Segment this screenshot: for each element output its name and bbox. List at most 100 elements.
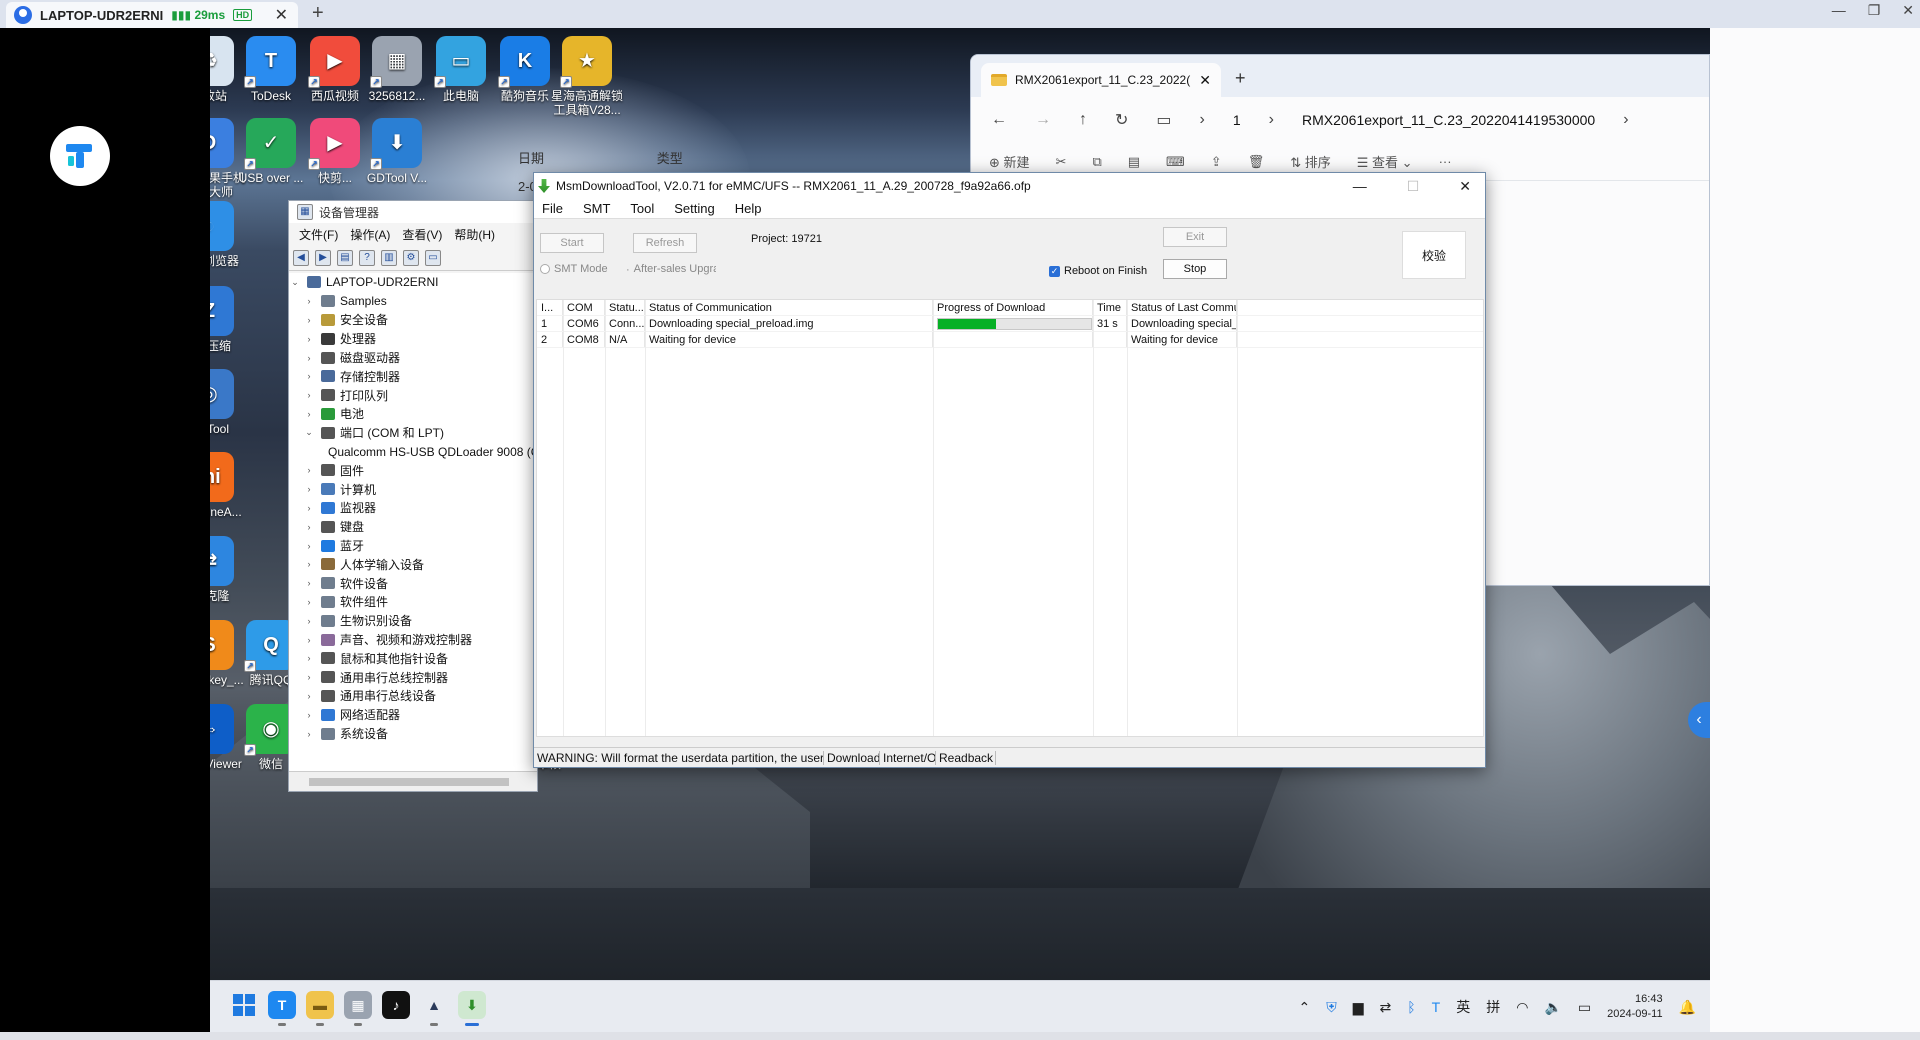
column-header[interactable]: Time — [1093, 300, 1127, 315]
after-sales-radio[interactable]: · — [626, 264, 630, 275]
start-button[interactable] — [230, 991, 258, 1019]
close-icon[interactable]: ✕ — [1459, 178, 1471, 195]
expand-icon[interactable]: › — [303, 296, 315, 306]
details-icon[interactable]: ▥ — [381, 249, 397, 266]
expand-icon[interactable]: › — [303, 710, 315, 720]
battery-icon[interactable]: ▭ — [1578, 999, 1591, 1016]
ime-language[interactable]: 英 — [1456, 997, 1470, 1017]
tree-category[interactable]: › 软件设备 — [289, 574, 537, 593]
up-icon[interactable]: ↑ — [1079, 111, 1087, 129]
tree-category[interactable]: › 鼠标和其他指针设备 — [289, 649, 537, 668]
tree-category[interactable]: › 声音、视频和游戏控制器 — [289, 630, 537, 649]
expand-icon[interactable]: › — [303, 729, 315, 739]
taskbar-device-manager[interactable]: ▦ — [344, 991, 372, 1026]
remote-session-tab[interactable]: LAPTOP-UDR2ERNI ▮▮▮ 29ms HD ✕ — [6, 2, 298, 28]
share-icon[interactable]: ⇪ — [1211, 154, 1222, 170]
verify-button[interactable]: 校验 — [1402, 231, 1466, 279]
tree-category[interactable]: › 系统设备 — [289, 724, 537, 743]
new-button[interactable]: ⊕ 新建 — [989, 152, 1030, 171]
smt-mode-option[interactable]: SMT Mode — [540, 263, 608, 275]
refresh-icon[interactable]: ↻ — [1115, 110, 1128, 130]
tree-category[interactable]: › 监视器 — [289, 499, 537, 518]
taskbar-tiktok[interactable]: ♪ — [382, 991, 410, 1019]
expand-icon[interactable]: › — [303, 390, 315, 400]
desktop-icon[interactable]: ★ ↗ 星海高通解锁工具箱V28... — [548, 36, 626, 117]
desktop-icon[interactable]: ◐↗ 华为浏览器 — [210, 201, 248, 268]
column-header[interactable]: Status of Last Commun... — [1127, 300, 1237, 315]
expand-icon[interactable]: › — [303, 559, 315, 569]
expand-icon[interactable]: › — [303, 484, 315, 494]
forward-icon[interactable]: → — [1035, 111, 1051, 129]
breadcrumb-folder[interactable]: RMX2061export_11_C.23_2022041419530000 — [1302, 112, 1595, 128]
grid-row[interactable]: 2 COM8 N/A Waiting for device Waiting for de… — [537, 332, 1483, 348]
expand-icon[interactable]: › — [303, 635, 315, 645]
reboot-on-finish-option[interactable]: ✓ Reboot on Finish — [1049, 265, 1147, 277]
expand-icon[interactable]: › — [303, 616, 315, 626]
taskbar-msm-download-tool[interactable]: ⬇ — [458, 991, 486, 1026]
collapse-icon[interactable]: ⌄ — [289, 277, 301, 288]
desktop-icon[interactable]: ⇄↗ PC克隆 — [210, 536, 248, 603]
tree-category[interactable]: › 软件组件 — [289, 593, 537, 612]
forward-icon[interactable]: ▶ — [315, 249, 331, 266]
tree-leaf-device[interactable]: Qualcomm HS-USB QDLoader 9008 (COM6) — [289, 442, 537, 461]
minimize-icon[interactable]: — — [1353, 178, 1367, 195]
tree-category[interactable]: › 计算机 — [289, 480, 537, 499]
expand-icon[interactable]: › — [303, 409, 315, 419]
expand-icon[interactable]: › — [303, 503, 315, 513]
tree-category[interactable]: › 电池 — [289, 405, 537, 424]
expand-icon[interactable]: › — [303, 522, 315, 532]
expand-icon[interactable]: › — [303, 371, 315, 381]
paste-icon[interactable]: ▤ — [1128, 154, 1140, 170]
menu-item[interactable]: File — [542, 201, 563, 216]
menu-item[interactable]: Help — [735, 201, 762, 216]
tree-category[interactable]: › 蓝牙 — [289, 536, 537, 555]
back-icon[interactable]: ◀ — [293, 249, 309, 266]
tree-category[interactable]: › Samples — [289, 292, 537, 311]
expand-icon[interactable]: › — [303, 541, 315, 551]
scan-hardware-icon[interactable]: ⚙ — [403, 249, 419, 266]
menu-item[interactable]: Setting — [674, 201, 714, 216]
column-header[interactable]: Statu... — [605, 300, 645, 315]
collapse-icon[interactable]: ⌄ — [303, 427, 315, 438]
close-icon[interactable]: ✕ — [1902, 2, 1914, 19]
expand-icon[interactable]: › — [303, 597, 315, 607]
bluetooth-icon[interactable]: ᛒ — [1407, 999, 1415, 1015]
notification-bell-icon[interactable]: 🔔 — [1679, 999, 1696, 1016]
column-header[interactable]: COM — [563, 300, 605, 315]
chevron-up-icon[interactable]: ⌃ — [1299, 999, 1311, 1016]
taskbar-todesk[interactable]: T — [268, 991, 296, 1026]
tree-category[interactable]: › 磁盘驱动器 — [289, 348, 537, 367]
tree-category[interactable]: › 打印队列 — [289, 386, 537, 405]
properties-icon[interactable]: ▤ — [337, 249, 353, 266]
todesk-tray-icon[interactable]: T — [1432, 999, 1441, 1015]
tree-category[interactable]: › 安全设备 — [289, 311, 537, 330]
switch-icon[interactable]: ⇄ — [1380, 999, 1392, 1016]
expand-icon[interactable]: › — [303, 353, 315, 363]
chevron-right-icon[interactable]: › — [1623, 111, 1628, 129]
column-header[interactable]: Progress of Download — [933, 300, 1093, 315]
menu-item[interactable]: SMT — [583, 201, 610, 216]
start-button[interactable]: Start — [540, 233, 604, 253]
column-date[interactable]: 日期 — [516, 148, 657, 174]
desktop-icon[interactable]: Z↗ 360压缩 — [210, 286, 248, 353]
menu-item[interactable]: 帮助(H) — [454, 226, 495, 243]
expand-icon[interactable]: › — [303, 578, 315, 588]
new-session-button[interactable]: + — [312, 2, 324, 25]
minimize-icon[interactable]: — — [1832, 2, 1846, 19]
menu-item[interactable]: Tool — [630, 201, 654, 216]
volume-icon[interactable]: 🔈 — [1544, 999, 1561, 1016]
chevron-right-icon[interactable]: › — [1269, 111, 1274, 129]
tree-root[interactable]: ⌄ LAPTOP-UDR2ERNI — [289, 273, 537, 292]
tree-category[interactable]: › 生物识别设备 — [289, 611, 537, 630]
expand-icon[interactable]: › — [303, 315, 315, 325]
tree-category[interactable]: › 通用串行总线设备 — [289, 687, 537, 706]
menu-item[interactable]: 操作(A) — [350, 226, 390, 243]
expand-icon[interactable]: › — [303, 691, 315, 701]
smt-mode-radio[interactable] — [540, 264, 550, 274]
breadcrumb-segment[interactable]: 1 — [1233, 112, 1241, 128]
network-meter-icon[interactable]: ▆ — [1353, 999, 1364, 1016]
grid-row[interactable]: 1 COM6 Conn... Downloading special_preload.… — [537, 316, 1483, 332]
scrollbar-thumb[interactable] — [309, 778, 509, 786]
hd-badge[interactable]: HD — [233, 9, 253, 21]
tree-category[interactable]: › 处理器 — [289, 329, 537, 348]
